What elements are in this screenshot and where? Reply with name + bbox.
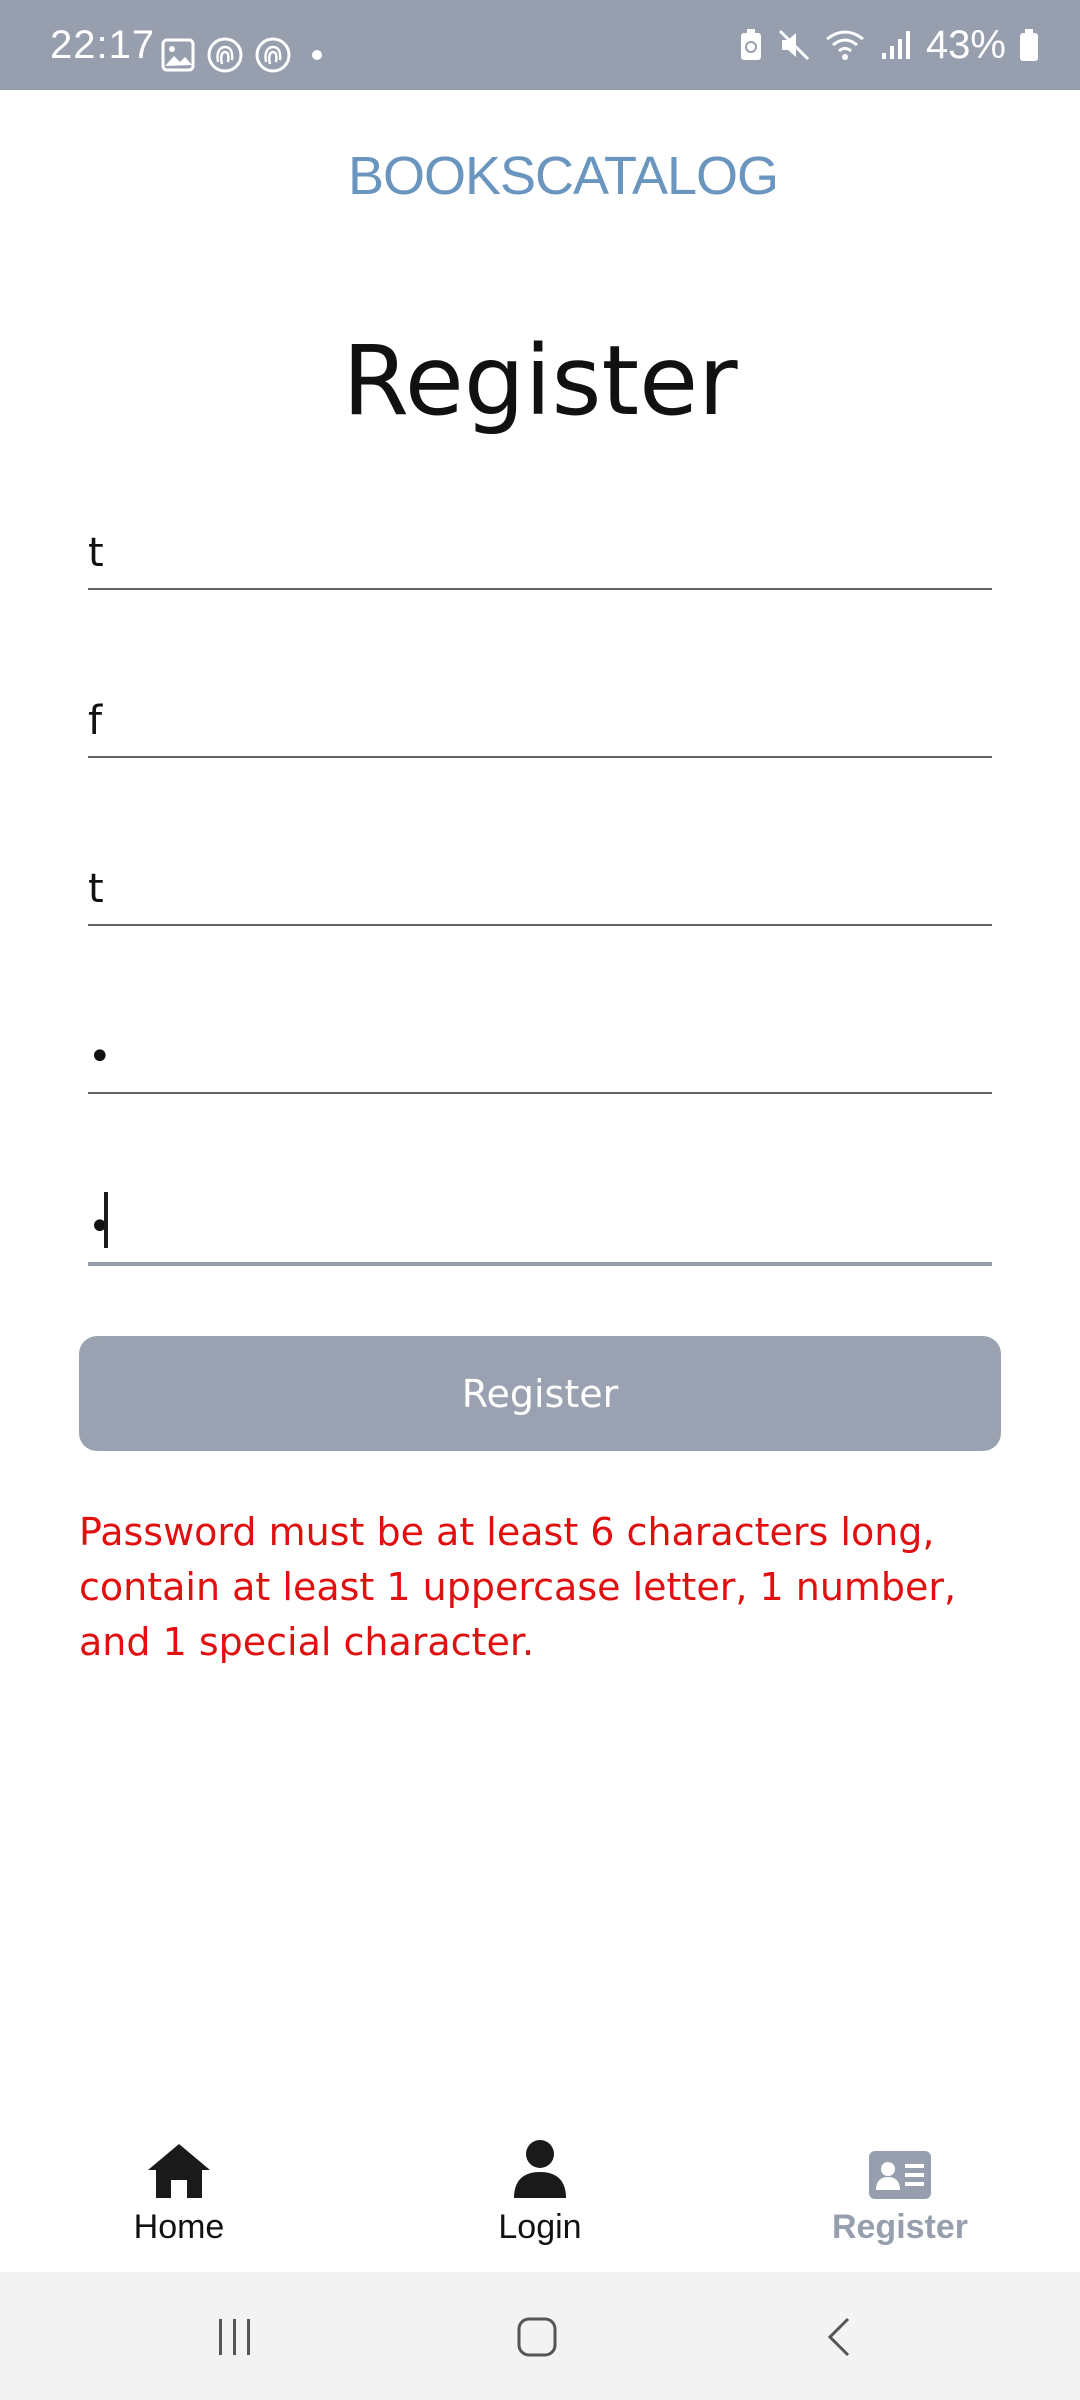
back-icon xyxy=(827,2317,850,2357)
screen: 22:17 43% BOOKSCATALOG Register t f t • … xyxy=(0,0,1080,2400)
field-value: • xyxy=(88,1204,112,1250)
status-right: 43% xyxy=(738,22,1040,68)
battery-icon xyxy=(1020,29,1038,61)
tab-login[interactable]: Login xyxy=(420,2130,660,2270)
signal-icon xyxy=(881,31,910,59)
battery-saver-icon xyxy=(740,29,761,60)
recent-apps-button[interactable] xyxy=(195,2302,275,2372)
tab-label: Register xyxy=(831,2208,969,2246)
register-button[interactable]: Register xyxy=(79,1336,1001,1451)
image-icon xyxy=(161,38,195,72)
dot-icon xyxy=(312,50,322,60)
user-icon xyxy=(514,2140,566,2198)
home-nav-icon xyxy=(517,2317,557,2357)
field-value: t xyxy=(88,530,104,576)
bottom-tab-bar: Home Login Register xyxy=(0,2130,1080,2270)
wifi-icon xyxy=(826,30,864,60)
status-left-icons xyxy=(160,35,332,75)
fingerprint-icon xyxy=(207,37,243,73)
home-nav-button[interactable] xyxy=(497,2302,577,2372)
id-card-icon xyxy=(869,2151,931,2199)
field-value: • xyxy=(88,1034,112,1080)
page-title: Register xyxy=(342,325,738,437)
tab-home[interactable]: Home xyxy=(59,2130,299,2270)
tab-login-icon-wrap xyxy=(512,2130,568,2200)
first-name-field[interactable]: f xyxy=(88,676,992,758)
text-caret xyxy=(104,1192,108,1248)
field-value: f xyxy=(88,698,103,744)
password-field[interactable]: • xyxy=(88,1012,992,1094)
confirm-password-field[interactable]: • xyxy=(88,1182,992,1266)
app-brand: BOOKSCATALOG xyxy=(347,146,779,206)
status-bar: 22:17 43% xyxy=(0,0,1080,90)
back-nav-button[interactable] xyxy=(800,2302,880,2372)
battery-percent: 43% xyxy=(925,22,1006,67)
tab-label: Home xyxy=(133,2208,225,2246)
tab-register-icon-wrap xyxy=(868,2130,932,2200)
tab-label: Login xyxy=(498,2208,582,2246)
status-time: 22:17 xyxy=(50,23,156,67)
tab-register[interactable]: Register xyxy=(780,2130,1020,2270)
username-field[interactable]: t xyxy=(88,508,992,590)
home-icon xyxy=(148,2144,210,2198)
mute-icon xyxy=(778,29,809,61)
last-name-field[interactable]: t xyxy=(88,844,992,926)
fingerprint-icon xyxy=(255,37,291,73)
system-nav-bar xyxy=(0,2272,1080,2400)
recent-apps-icon xyxy=(219,2319,250,2355)
field-value: t xyxy=(88,866,104,912)
error-message: Password must be at least 6 characters l… xyxy=(79,1510,957,1664)
tab-home-icon-wrap xyxy=(146,2130,212,2200)
